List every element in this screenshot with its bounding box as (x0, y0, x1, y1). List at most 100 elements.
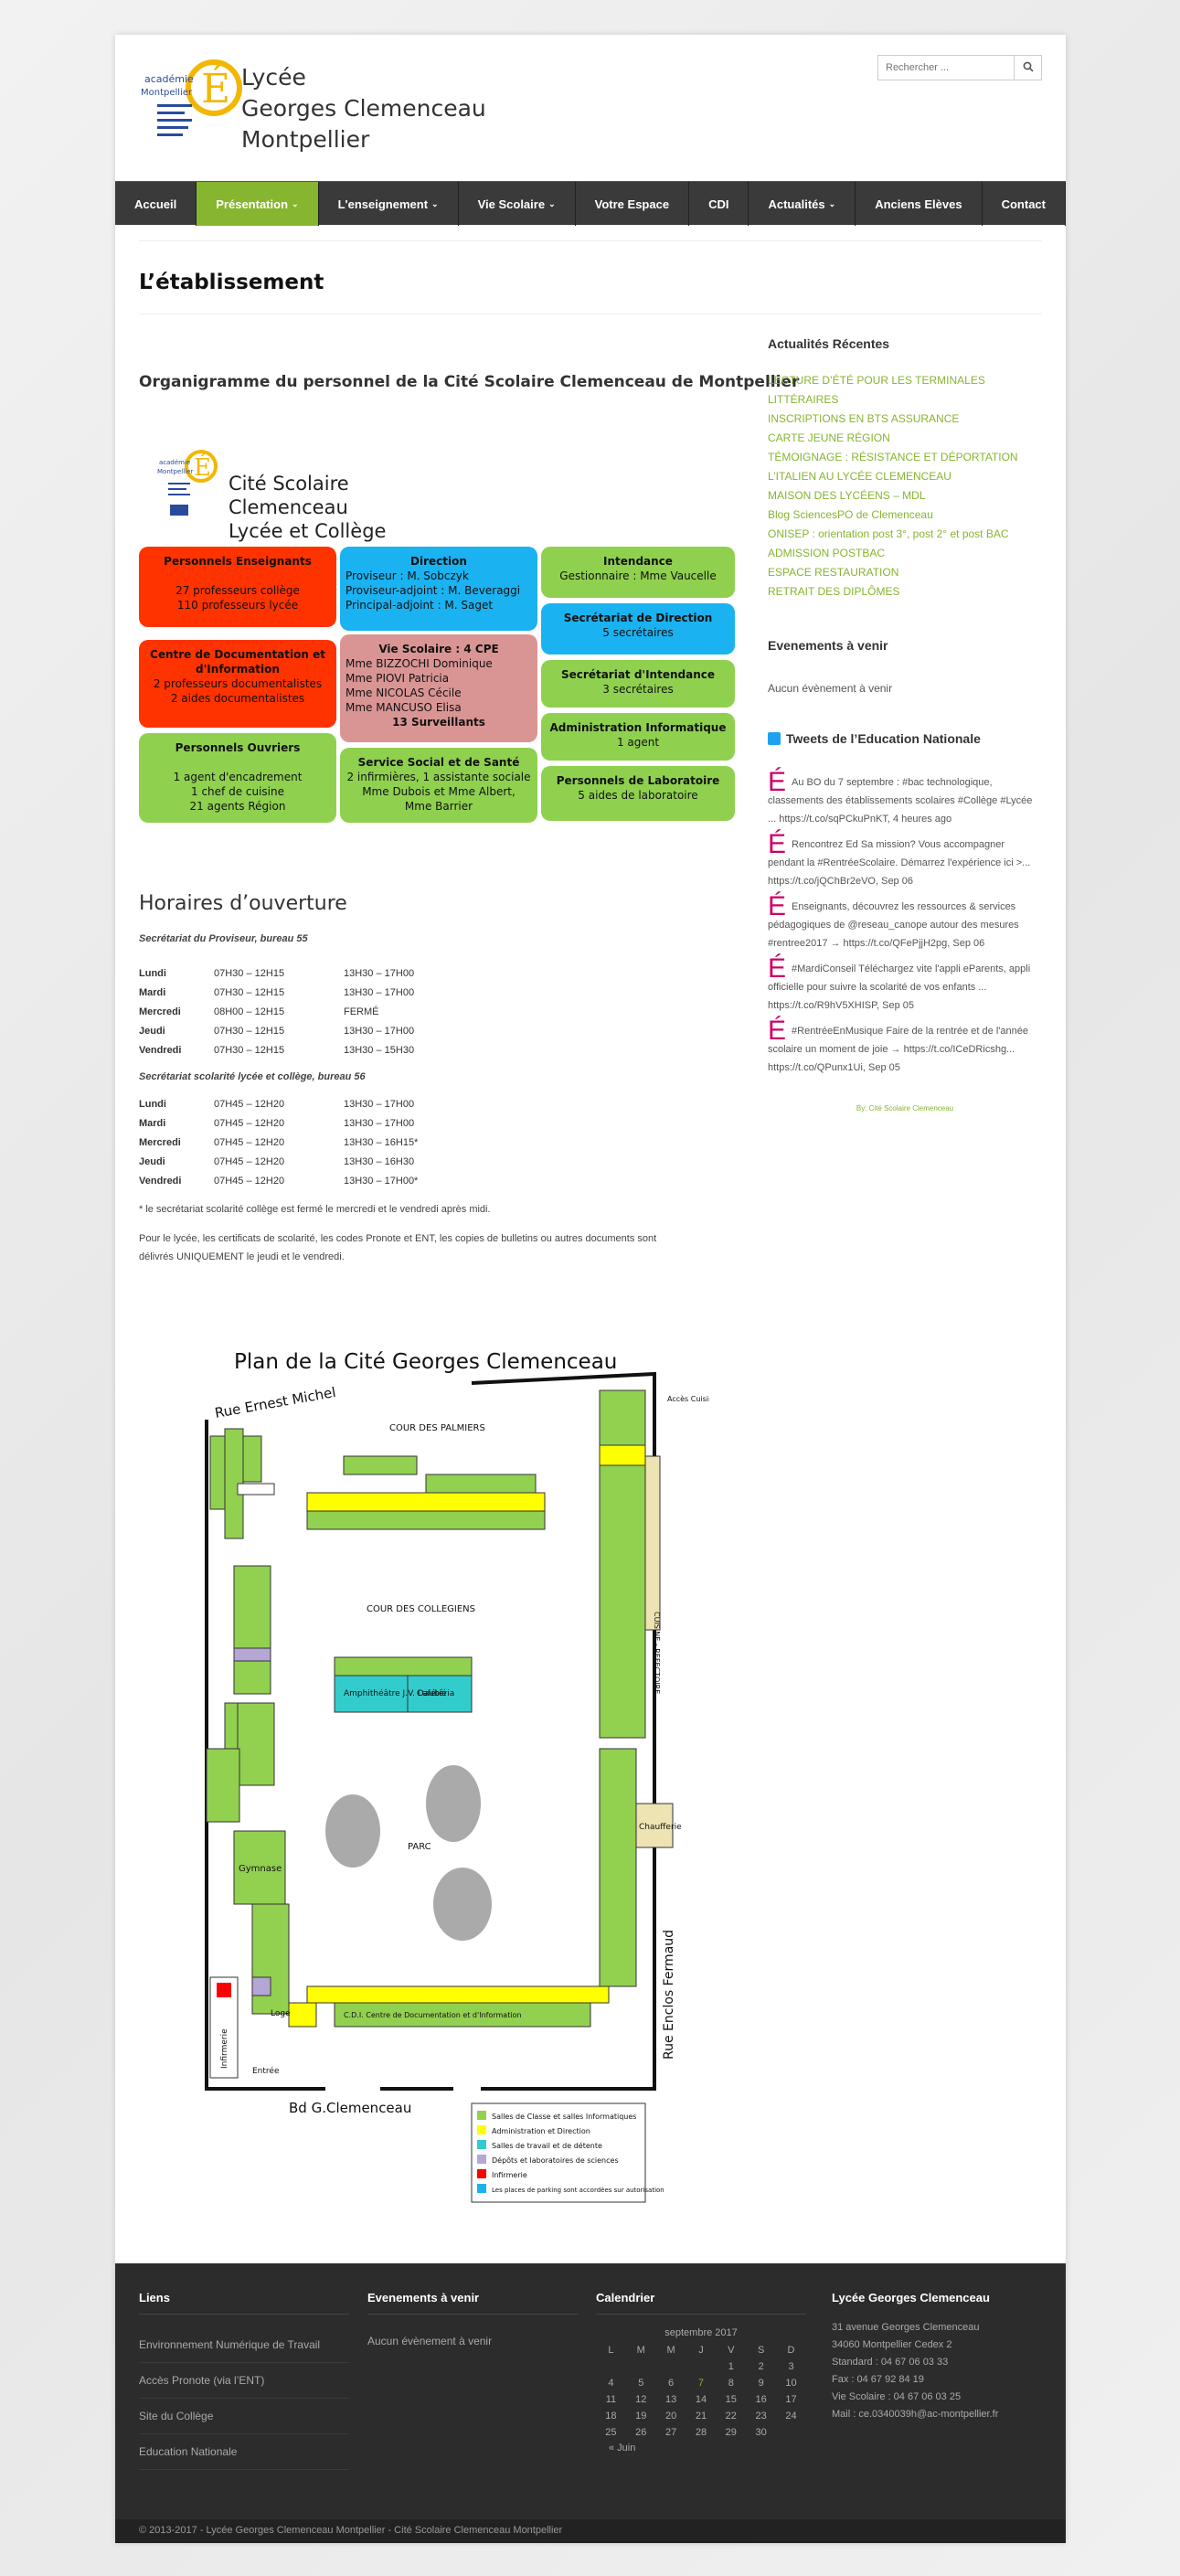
nav-item-presentation[interactable]: Présentation ⌄ (197, 182, 319, 226)
org-header: É académie Montpellier Cité Scolaire Cle… (157, 446, 431, 542)
map-label-cuisine: CUISINE - REFECTOIRE (653, 1612, 661, 1694)
address-line: Vie Scolaire : 04 67 06 03 25 (832, 2391, 962, 2402)
hours-am: 07H30 – 12H15 (214, 968, 285, 979)
nav-item-enseignement[interactable]: L'enseignement ⌄ (319, 182, 459, 226)
hours-pm: 13H30 – 17H00 (344, 1099, 415, 1110)
org-box-title: Direction (410, 555, 467, 568)
footer-events: Evenements à venir Aucun évènement à ven… (367, 2291, 578, 2347)
news-link[interactable]: ADMISSION POSTBAC (768, 544, 1042, 563)
nav-item-actualites[interactable]: Actualités ⌄ (749, 182, 856, 226)
footer-link[interactable]: Environnement Numérique de Travail (139, 2327, 349, 2363)
news-link[interactable]: INSCRIPTIONS EN BTS ASSURANCE (768, 410, 1042, 429)
search-button[interactable] (1015, 55, 1042, 80)
org-box-ouvriers: Personnels Ouvriers 1 agent d'encadremen… (139, 733, 336, 823)
address-line[interactable]: Mail : ce.0340039h@ac-montpellier.fr (832, 2406, 1042, 2423)
avatar: É (768, 767, 787, 798)
tweet-text[interactable]: #RentréeEnMusique Faire de la rentrée et… (768, 1026, 1028, 1073)
calendar-day: 24 (785, 2411, 797, 2422)
nav-label: CDI (708, 197, 729, 211)
nav-item-votre-espace[interactable]: Votre Espace (576, 182, 690, 226)
map-street-right: Rue Enclos Fermaud (662, 1930, 676, 2060)
footer-link[interactable]: Site du Collège (139, 2399, 349, 2434)
news-link[interactable]: ONISEP : orientation post 3°, post 2° et… (768, 525, 1042, 544)
org-box-title: Service Social et de Santé (357, 756, 520, 769)
footer-link[interactable]: Education Nationale (139, 2434, 349, 2470)
search-input[interactable] (877, 55, 1015, 80)
nav-item-contact[interactable]: Contact (983, 182, 1066, 226)
hours-pm: 13H30 – 17H00* (344, 1176, 419, 1187)
avatar: É (768, 829, 787, 860)
hours-paragraph: Pour le lycée, les certificats de scolar… (139, 1233, 657, 1244)
org-box-line: Proviseur : M. Sobczyk (345, 569, 469, 582)
map-street-bottom: Bd G.Clemenceau (289, 2100, 411, 2116)
calendar-month: septembre 2017 (664, 2327, 738, 2338)
tweet-text[interactable]: Au BO du 7 septembre : #bac technologiqu… (768, 777, 1032, 825)
hours-day: Mardi (139, 1118, 166, 1129)
nav-item-anciens-eleves[interactable]: Anciens Elèves (856, 182, 983, 226)
tweet-text[interactable]: #MardiConseil Téléchargez vite l'appli e… (768, 963, 1030, 1011)
page-title: L’établissement (139, 271, 324, 294)
org-box-title: Personnels Enseignants (164, 555, 312, 568)
svg-text:Montpellier: Montpellier (141, 88, 193, 98)
legend-label: Salles de Classe et salles Informatiques (492, 2113, 636, 2121)
svg-text:académie: académie (159, 459, 190, 466)
news-link[interactable]: TÉMOIGNAGE : RÉSISTANCE ET DÉPORTATION (768, 448, 1042, 467)
hours-day: Mercredi (139, 1006, 181, 1017)
hours-am: 07H45 – 12H20 (214, 1176, 285, 1187)
org-box-line: 110 professeurs lycée (176, 599, 299, 612)
news-link[interactable]: CARTE JEUNE RÉGION (768, 429, 1042, 448)
nav-item-accueil[interactable]: Accueil (115, 182, 197, 226)
hours-am: 07H45 – 12H20 (214, 1137, 285, 1148)
news-link[interactable]: RETRAIT DES DIPLÔMES (768, 582, 1042, 601)
hours-row: Jeudi 07H30 – 12H15 13H30 – 17H00 (139, 1022, 733, 1041)
calendar-day: 13 (664, 2394, 677, 2405)
hours-day: Vendredi (139, 1045, 182, 1056)
campus-map-svg: Plan de la Cité Georges Clemenceau Rue E… (205, 1350, 757, 2203)
news-link[interactable]: MAISON DES LYCÉENS – MDL (768, 486, 1042, 506)
tweet-text[interactable]: Enseignants, découvrez les ressources & … (768, 901, 1019, 949)
calendar-day (596, 2358, 626, 2375)
news-link[interactable]: L’ITALIEN AU LYCÉE CLEMENCEAU (768, 467, 1042, 486)
hours-am: 07H30 – 12H15 (214, 987, 285, 998)
calendar-day (776, 2424, 806, 2441)
address-line: 31 avenue Georges Clemenceau (832, 2322, 980, 2333)
calendar-prev-link[interactable]: « Juin (596, 2443, 806, 2454)
nav-item-vie-scolaire[interactable]: Vie Scolaire ⌄ (459, 182, 576, 226)
tweet-item: É Enseignants, découvrez les ressources &… (768, 893, 1042, 953)
nav-item-cdi[interactable]: CDI (689, 182, 749, 226)
map-label-cour-collegiens: COUR DES COLLEGIENS (367, 1604, 475, 1614)
news-list: LECTURE D’ÉTÉ POUR LES TERMINALES LITTÉR… (768, 371, 1042, 601)
site-title-line: Georges Clemenceau (241, 95, 486, 122)
hours-row: Mardi 07H30 – 12H15 13H30 – 17H00 (139, 984, 733, 1003)
map-label-cafet: Cafétéria (417, 1688, 454, 1698)
footer-heading: Liens (139, 2291, 349, 2315)
nav-label: L'enseignement (337, 197, 429, 211)
chevron-down-icon: ⌄ (292, 198, 299, 208)
org-subtitle: Lycée et Collège (229, 520, 387, 542)
campus-map[interactable]: Plan de la Cité Georges Clemenceau Rue E… (197, 1337, 757, 2206)
hours-day: Jeudi (139, 1026, 165, 1037)
legend-label: Les places de parking sont accordées sur… (492, 2187, 664, 2194)
widget-byline[interactable]: By: Cité Scolaire Clemenceau (768, 1104, 1042, 1112)
footer-link[interactable]: Accès Pronote (via l’ENT) (139, 2363, 349, 2399)
avatar: É (768, 953, 787, 985)
org-box-line: 2 professeurs documentalistes (153, 677, 323, 690)
footer-address: Lycée Georges Clemenceau 31 avenue Georg… (832, 2291, 1042, 2423)
svg-text:Montpellier: Montpellier (157, 468, 193, 475)
calendar-day: 4 (608, 2378, 614, 2389)
news-link[interactable]: ESPACE RESTAURATION (768, 563, 1042, 582)
tweet-text[interactable]: Rencontrez Ed Sa mission? Vous accompagn… (768, 839, 1030, 887)
hours-pm: 13H30 – 17H00 (344, 1026, 415, 1037)
news-link[interactable]: LECTURE D’ÉTÉ POUR LES TERMINALES LITTÉR… (768, 371, 1042, 410)
hours-pm: 13H30 – 17H00 (344, 987, 415, 998)
copyright: © 2013-2017 - Lycée Georges Clemenceau M… (115, 2519, 1066, 2543)
search-form (877, 55, 1042, 80)
organigram: É académie Montpellier Cité Scolaire Cle… (139, 437, 735, 839)
calendar-day: 16 (755, 2394, 767, 2405)
site-title[interactable]: Lycée Georges Clemenceau Montpellier (241, 62, 486, 155)
footer-heading: Lycée Georges Clemenceau (832, 2291, 990, 2305)
hours-pm: 13H30 – 16H30 (344, 1156, 415, 1167)
academie-logo[interactable]: É académie Montpellier (139, 55, 249, 165)
news-link[interactable]: Blog SciencesPO de Clemenceau (768, 506, 1042, 525)
hours-row: Mercredi 07H45 – 12H20 13H30 – 16H15* (139, 1134, 733, 1153)
